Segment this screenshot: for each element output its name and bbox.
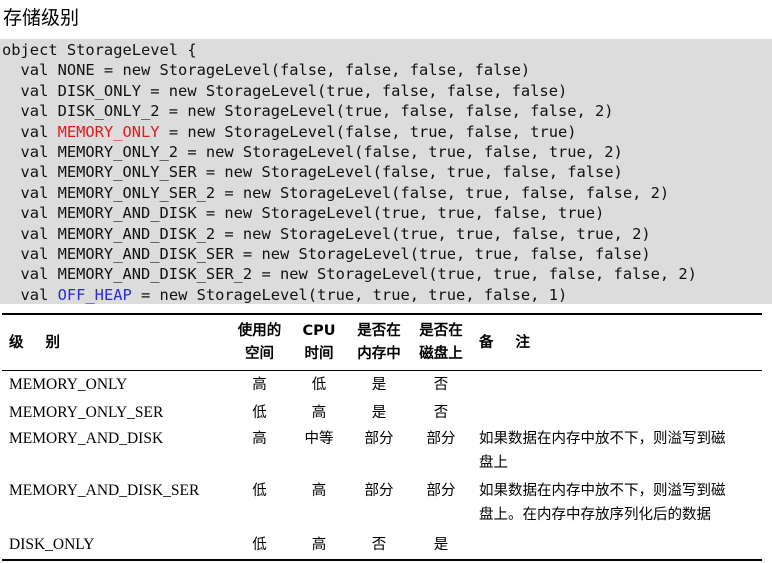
code-line: val MEMORY_AND_DISK_2 = new StorageLevel…	[2, 224, 772, 244]
cell-on-disk: 否	[433, 405, 449, 421]
cell-cpu: 中等	[304, 431, 334, 447]
cell-space: 低	[252, 537, 267, 553]
cell-in-memory: 部分	[364, 431, 394, 447]
code-text: object StorageLevel {	[2, 41, 197, 59]
code-text: val MEMORY_AND_DISK_SER_2 = new StorageL…	[2, 265, 697, 284]
storage-level-table-wrapper: 级别 使用的 空间 CPU 时间 是否在 内存中 是否在 磁盘上 备注 MEMO…	[2, 313, 762, 561]
header-level: 级别	[9, 334, 82, 351]
code-text: val NONE = new StorageLevel(false, false…	[2, 61, 531, 80]
code-text: val MEMORY_AND_DISK_SER = new StorageLev…	[2, 244, 651, 263]
cell-level: MEMORY_AND_DISK_SER	[9, 482, 200, 499]
code-line: object StorageLevel {	[2, 40, 772, 60]
code-line: val DISK_ONLY = new StorageLevel(true, f…	[2, 81, 772, 101]
cell-cpu: 高	[311, 405, 327, 421]
table-header-row: 级别 使用的 空间 CPU 时间 是否在 内存中 是否在 磁盘上 备注	[2, 314, 762, 371]
code-highlighted-identifier: OFF_HEAP	[57, 285, 132, 304]
cell-on-disk: 部分	[426, 431, 456, 447]
code-line: val OFF_HEAP = new StorageLevel(true, tr…	[2, 285, 772, 305]
cell-level: DISK_ONLY	[9, 536, 95, 553]
cell-remark-line1: 如果数据在内存中放不下，则溢写到磁	[479, 431, 726, 447]
header-space-line1: 使用的	[237, 323, 282, 339]
cell-level: MEMORY_ONLY	[9, 376, 128, 393]
cell-remark-line1: 如果数据在内存中放不下，则溢写到磁	[479, 483, 726, 499]
cell-level: MEMORY_ONLY_SER	[9, 404, 164, 421]
header-in-memory-line2: 内存中	[357, 346, 401, 362]
cell-space: 低	[252, 483, 267, 499]
cell-remark	[472, 399, 762, 427]
code-text: val	[2, 285, 58, 304]
code-line: val MEMORY_AND_DISK_SER = new StorageLev…	[2, 244, 772, 264]
cell-in-memory: 是	[371, 405, 387, 421]
code-line: val NONE = new StorageLevel(false, false…	[2, 60, 772, 80]
header-remark: 备注	[479, 334, 552, 351]
cell-cpu: 高	[311, 483, 327, 499]
header-cpu-line2: 时间	[304, 346, 334, 362]
page-title: 存储级别	[3, 7, 80, 29]
code-text: = new StorageLevel(false, true, false, t…	[159, 122, 577, 141]
header-space-line2: 空间	[245, 346, 274, 362]
cell-on-disk: 是	[433, 537, 449, 553]
cell-cpu: 高	[311, 537, 327, 553]
cell-remark: 如果数据在内存中放不下，则溢写到磁 盘上	[472, 427, 762, 479]
cell-remark: 如果数据在内存中放不下，则溢写到磁 盘上。在内存中存放序列化后的数据	[472, 479, 762, 531]
code-line: val DISK_ONLY_2 = new StorageLevel(true,…	[2, 101, 772, 121]
cell-on-disk: 否	[433, 377, 449, 393]
cell-in-memory: 部分	[364, 483, 394, 499]
code-text: val	[2, 122, 58, 141]
code-line: val MEMORY_ONLY_2 = new StorageLevel(fal…	[2, 142, 772, 162]
header-cpu: CPU 时间	[290, 314, 348, 371]
cell-cpu: 低	[311, 377, 327, 393]
code-line: val MEMORY_AND_DISK = new StorageLevel(t…	[2, 203, 772, 223]
table-row: MEMORY_AND_DISK_SER 低 高 部分 部分 如果数据在内存中放不…	[2, 479, 762, 531]
storage-level-table: 级别 使用的 空间 CPU 时间 是否在 内存中 是否在 磁盘上 备注 MEMO…	[2, 313, 762, 561]
cell-space: 高	[252, 431, 267, 447]
header-in-memory: 是否在 内存中	[348, 314, 410, 371]
header-on-disk-line2: 磁盘上	[419, 346, 463, 362]
cell-space: 低	[252, 405, 267, 421]
cell-remark-line2: 盘上。在内存中存放序列化后的数据	[479, 507, 711, 523]
cell-in-memory: 否	[371, 537, 387, 553]
code-text: val MEMORY_AND_DISK_2 = new StorageLevel…	[2, 224, 651, 243]
header-on-disk-line1: 是否在	[419, 323, 463, 339]
header-on-disk: 是否在 磁盘上	[410, 314, 472, 371]
table-row: MEMORY_ONLY 高 低 是 否	[2, 371, 762, 400]
code-text: val DISK_ONLY_2 = new StorageLevel(true,…	[2, 102, 614, 121]
table-row: DISK_ONLY 低 高 否 是	[2, 531, 762, 560]
code-text: val MEMORY_AND_DISK = new StorageLevel(t…	[2, 204, 605, 223]
code-line: val MEMORY_ONLY_SER_2 = new StorageLevel…	[2, 183, 772, 203]
code-text: val MEMORY_ONLY_SER = new StorageLevel(f…	[2, 163, 623, 182]
code-text: val MEMORY_ONLY_2 = new StorageLevel(fal…	[2, 142, 623, 161]
header-in-memory-line1: 是否在	[357, 323, 401, 339]
code-line: val MEMORY_AND_DISK_SER_2 = new StorageL…	[2, 264, 772, 284]
header-cpu-line1: CPU	[302, 323, 336, 339]
cell-space: 高	[252, 377, 267, 393]
table-row: MEMORY_ONLY_SER 低 高 是 否	[2, 399, 762, 427]
code-text: = new StorageLevel(true, true, true, fal…	[131, 285, 568, 304]
cell-level: MEMORY_AND_DISK	[9, 430, 164, 447]
cell-remark-line2: 盘上	[479, 455, 508, 471]
table-row: MEMORY_AND_DISK 高 中等 部分 部分 如果数据在内存中放不下，则…	[2, 427, 762, 479]
code-block: object StorageLevel { val NONE = new Sto…	[0, 39, 772, 304]
header-space: 使用的 空间	[229, 314, 290, 371]
code-highlighted-identifier: MEMORY_ONLY	[57, 122, 160, 141]
code-text: val MEMORY_ONLY_SER_2 = new StorageLevel…	[2, 183, 670, 202]
code-line: val MEMORY_ONLY = new StorageLevel(false…	[2, 122, 772, 142]
code-line: val MEMORY_ONLY_SER = new StorageLevel(f…	[2, 162, 772, 182]
cell-in-memory: 是	[371, 377, 387, 393]
cell-remark	[472, 371, 762, 400]
cell-on-disk: 部分	[426, 483, 456, 499]
code-text: val DISK_ONLY = new StorageLevel(true, f…	[2, 81, 568, 100]
cell-remark	[472, 531, 762, 560]
